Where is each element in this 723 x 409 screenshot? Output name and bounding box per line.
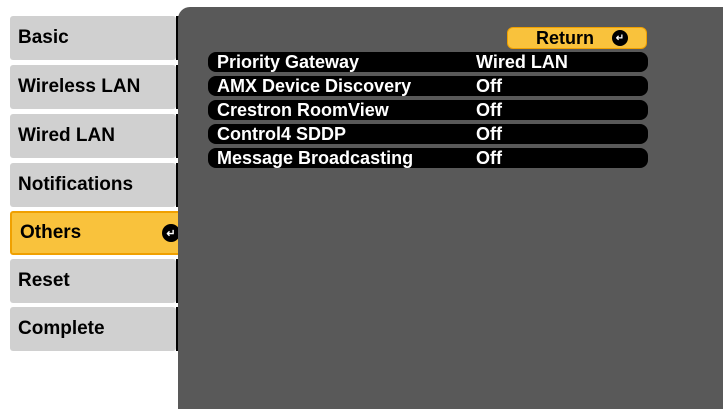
sidebar-item-others[interactable]: Others ↵: [10, 211, 192, 255]
return-button[interactable]: Return ↵: [507, 27, 647, 49]
enter-icon: ↵: [612, 30, 628, 46]
setting-row-crestron-roomview[interactable]: Crestron RoomView Off: [208, 100, 648, 120]
sidebar-item-basic[interactable]: Basic: [10, 16, 202, 60]
setting-name: Priority Gateway: [217, 52, 360, 72]
sidebar-item-label: Wireless LAN: [10, 65, 176, 109]
setting-value: Off: [476, 148, 502, 168]
setting-value: Off: [476, 124, 502, 144]
return-button-label: Return: [536, 27, 594, 48]
sidebar-item-label: Wired LAN: [10, 114, 176, 158]
sidebar-item-notifications[interactable]: Notifications: [10, 163, 202, 207]
sidebar-item-wired-lan[interactable]: Wired LAN: [10, 114, 202, 158]
sidebar-item-complete[interactable]: Complete: [10, 307, 202, 351]
setting-value: Off: [476, 76, 502, 96]
setting-row-priority-gateway[interactable]: Priority Gateway Wired LAN: [208, 52, 648, 72]
setting-row-amx-device-discovery[interactable]: AMX Device Discovery Off: [208, 76, 648, 96]
setting-name: Control4 SDDP: [217, 124, 347, 144]
sidebar-item-label: Basic: [10, 16, 176, 60]
sidebar-item-wireless-lan[interactable]: Wireless LAN: [10, 65, 202, 109]
sidebar-item-label: Reset: [10, 259, 176, 303]
setting-value: Wired LAN: [476, 52, 568, 72]
sidebar-item-label: Notifications: [10, 163, 176, 207]
setting-name: AMX Device Discovery: [217, 76, 412, 96]
setting-name: Crestron RoomView: [217, 100, 389, 120]
setting-row-control4-sddp[interactable]: Control4 SDDP Off: [208, 124, 648, 144]
sidebar-menu: Basic Wireless LAN Wired LAN Notificatio…: [0, 0, 202, 409]
setting-name: Message Broadcasting: [217, 148, 414, 168]
setting-row-message-broadcasting[interactable]: Message Broadcasting Off: [208, 148, 648, 168]
sidebar-item-label: Complete: [10, 307, 176, 351]
setting-value: Off: [476, 100, 502, 120]
sidebar-item-reset[interactable]: Reset: [10, 259, 202, 303]
